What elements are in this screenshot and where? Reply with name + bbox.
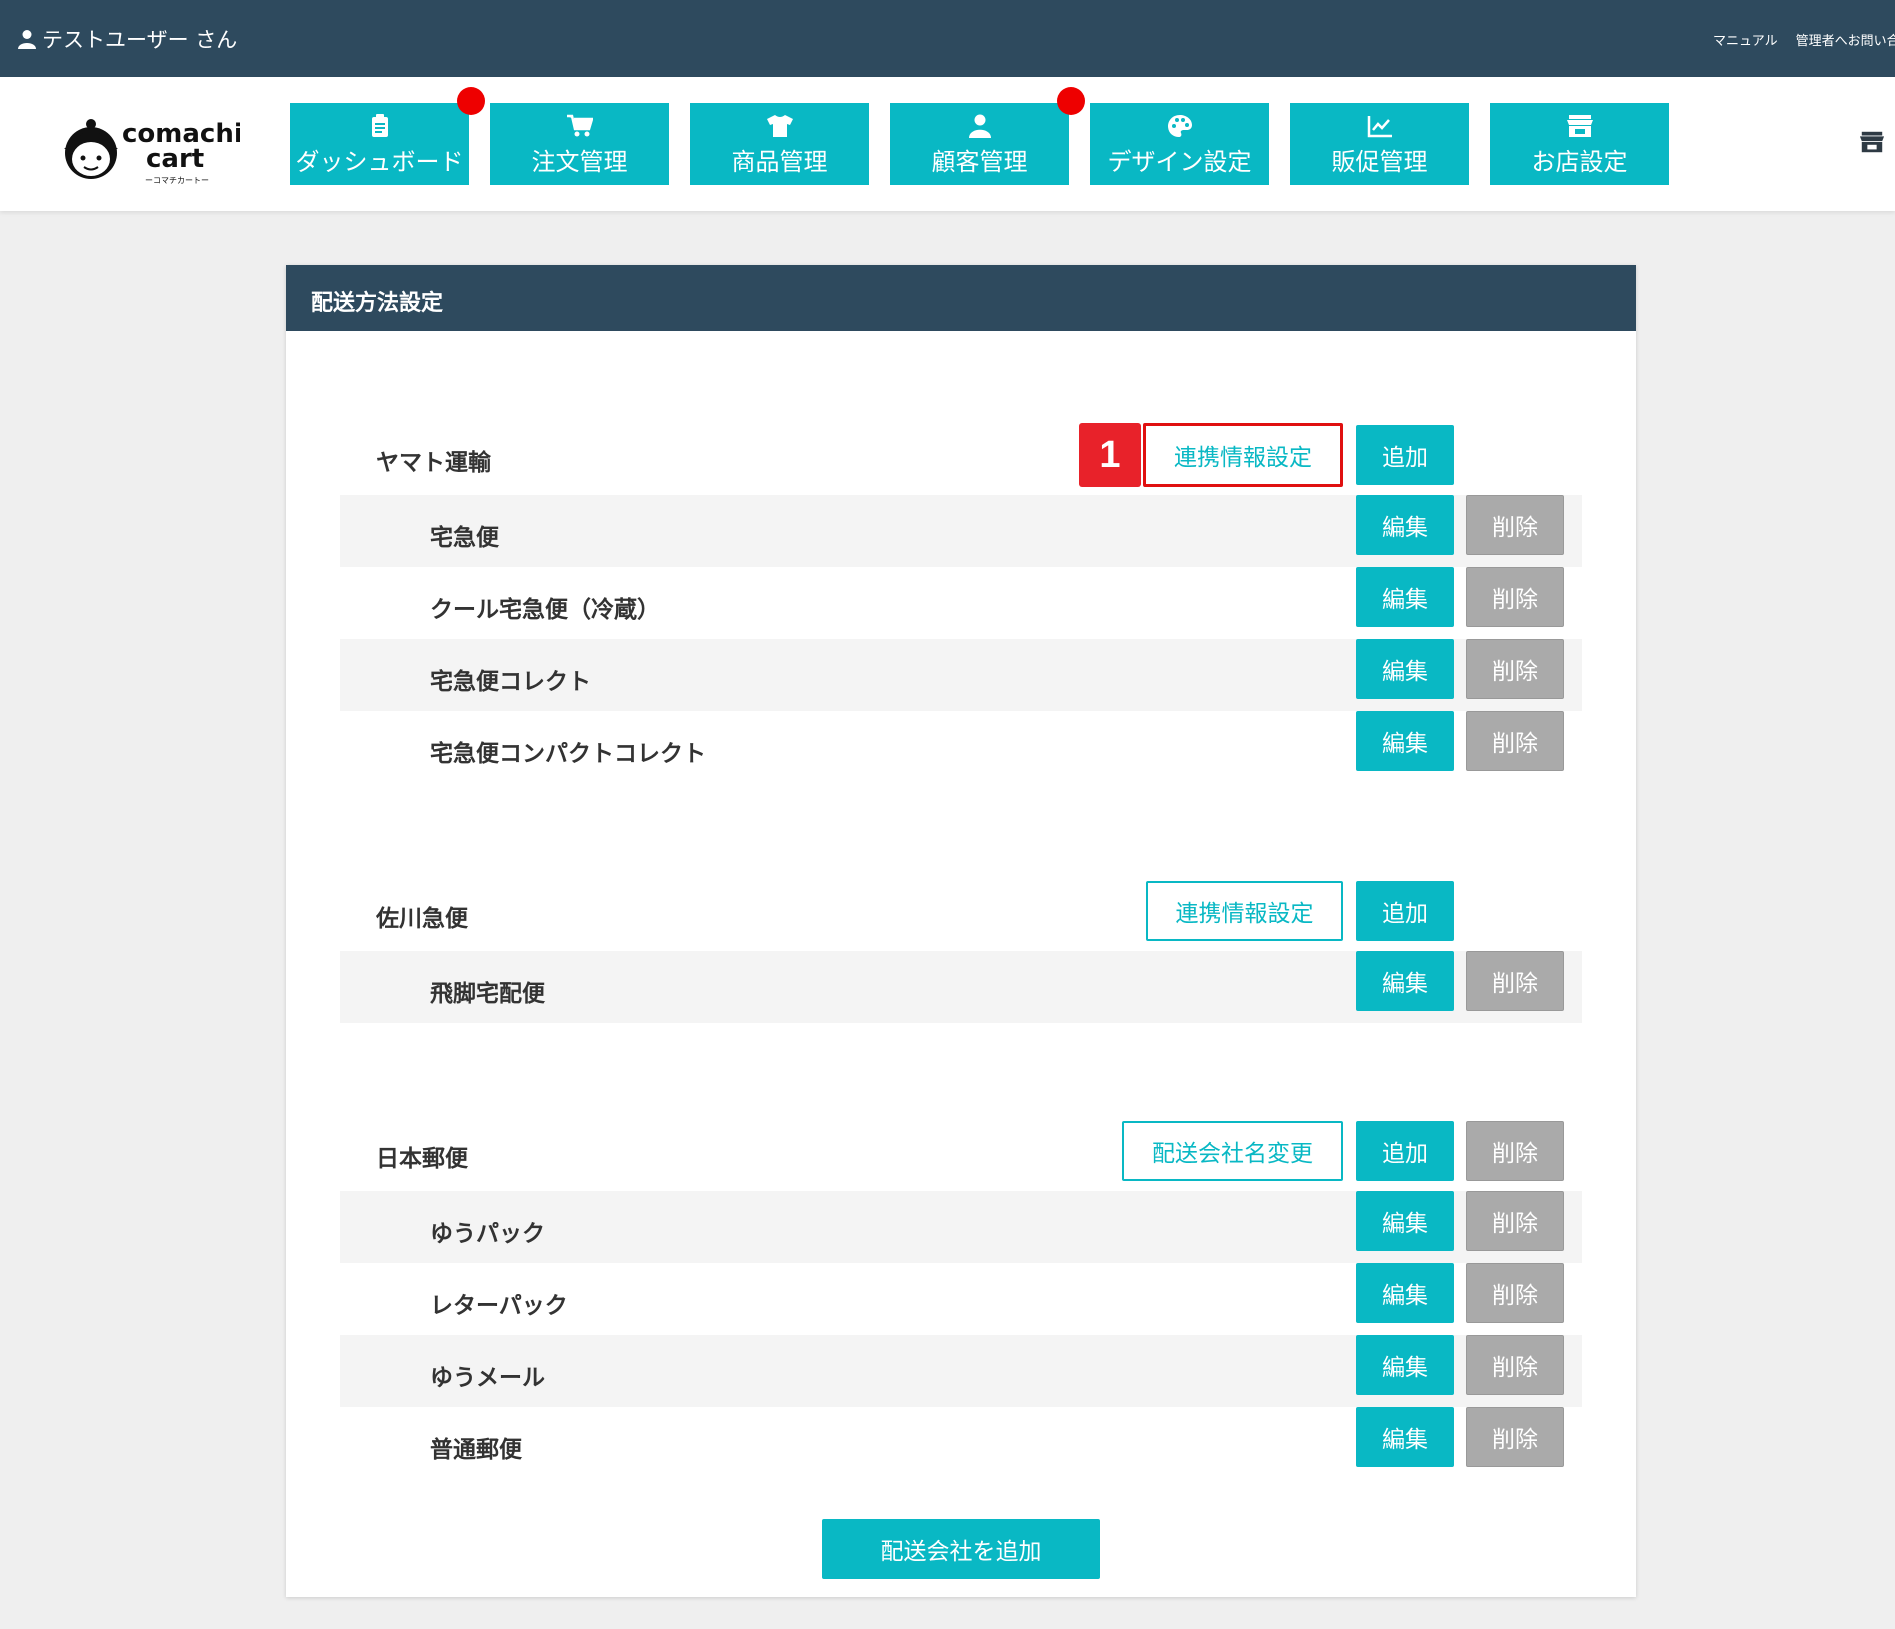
add-button[interactable]: 追加 [1356,881,1454,941]
link-settings-button[interactable]: 連携情報設定 [1143,423,1343,487]
nav-dashboard-button[interactable]: ダッシュボード [290,87,485,185]
nav-orders-button[interactable]: 注文管理 [490,103,669,185]
company-name: 日本郵便 [376,1146,468,1172]
delete-button[interactable]: 削除 [1466,1263,1564,1323]
add-button[interactable]: 追加 [1356,425,1454,485]
user-greeting[interactable]: テストユーザー さん [18,24,237,54]
nav-products-button[interactable]: 商品管理 [690,103,869,185]
company-row: ヤマト運輸 1 連携情報設定 追加 [340,415,1582,495]
panel-title: 配送方法設定 [286,265,1636,331]
service-row: 宅急便コレクト 編集 削除 [340,639,1582,711]
manual-link[interactable]: マニュアル [1713,34,1778,49]
nav-promotion-label: 販促管理 [1331,147,1428,176]
service-row: 普通郵便 編集 削除 [340,1407,1582,1479]
edit-button[interactable]: 編集 [1356,1191,1454,1251]
notification-dot [1057,87,1085,115]
nav-promotion-button[interactable]: 販促管理 [1290,103,1469,185]
delete-button[interactable]: 削除 [1466,1335,1564,1395]
service-row: クール宅急便（冷蔵） 編集 削除 [340,567,1582,639]
company-name: ヤマト運輸 [376,450,491,476]
top-links: マニュアル 管理者へお問い合わせ [1695,30,1895,49]
user-icon [18,30,36,49]
comachi-cart-logo[interactable]: comachi cart ーコマチカートー [50,107,243,187]
notification-dot [457,87,485,115]
shipping-settings-panel: 配送方法設定 ヤマト運輸 1 連携情報設定 追加 宅急便 編集 削除 クール宅急… [286,265,1636,1597]
nav-customers-button[interactable]: 顧客管理 [890,87,1085,185]
nav-store-settings-label: お店設定 [1531,147,1628,176]
edit-button[interactable]: 編集 [1356,1335,1454,1395]
delete-button[interactable]: 削除 [1466,639,1564,699]
service-name: クール宅急便（冷蔵） [430,597,660,623]
edit-button[interactable]: 編集 [1356,639,1454,699]
edit-button[interactable]: 編集 [1356,711,1454,771]
delete-button[interactable]: 削除 [1466,1191,1564,1251]
storefront-icon[interactable] [1859,130,1885,158]
delete-button[interactable]: 削除 [1466,1407,1564,1467]
service-name: 飛脚宅配便 [430,981,545,1007]
service-name: ゆうメール [430,1365,545,1391]
logo-mark-icon: comachi cart ーコマチカートー [64,119,243,185]
user-icon [968,112,991,140]
nav-orders-label: 注文管理 [531,147,628,176]
edit-button[interactable]: 編集 [1356,495,1454,555]
callout-marker: 1 [1079,423,1141,487]
main-header: comachi cart ーコマチカートー ダッシュボード 注文管理 商品管理 … [0,77,1895,211]
company-row: 日本郵便 配送会社名変更 追加 削除 [340,1111,1582,1191]
clipboard-icon [370,112,390,140]
nav-design-label: デザイン設定 [1107,147,1252,176]
service-row: 宅急便 編集 削除 [340,495,1582,567]
edit-button[interactable]: 編集 [1356,1263,1454,1323]
svg-text:cart: cart [146,144,204,174]
nav-customers-label: 顧客管理 [931,147,1028,176]
company-name: 佐川急便 [376,906,468,932]
rename-company-button[interactable]: 配送会社名変更 [1122,1121,1343,1181]
company-section-yamato: ヤマト運輸 1 連携情報設定 追加 宅急便 編集 削除 クール宅急便（冷蔵） 編… [340,415,1582,783]
nav-products-label: 商品管理 [731,147,828,176]
service-row: ゆうメール 編集 削除 [340,1335,1582,1407]
add-shipping-company-button[interactable]: 配送会社を追加 [822,1519,1100,1579]
edit-button[interactable]: 編集 [1356,567,1454,627]
store-icon [1566,112,1594,140]
company-section-sagawa: 佐川急便 連携情報設定 追加 飛脚宅配便 編集 削除 [340,871,1582,1023]
contact-link[interactable]: 管理者へお問い合わせ [1796,34,1895,49]
cart-icon [566,112,593,140]
company-section-japanpost: 日本郵便 配送会社名変更 追加 削除 ゆうパック 編集 削除 レターパック 編集… [340,1111,1582,1479]
service-name: 宅急便コンパクトコレクト [430,741,706,767]
edit-button[interactable]: 編集 [1356,951,1454,1011]
service-name: 普通郵便 [430,1437,522,1463]
service-row: ゆうパック 編集 削除 [340,1191,1582,1263]
nav-store-settings-button[interactable]: お店設定 [1490,103,1669,185]
delete-button[interactable]: 削除 [1466,951,1564,1011]
chart-icon [1367,112,1393,140]
delete-button[interactable]: 削除 [1466,495,1564,555]
user-name: テストユーザー さん [42,28,238,52]
delete-button[interactable]: 削除 [1466,711,1564,771]
palette-icon [1167,112,1193,140]
delete-company-button[interactable]: 削除 [1466,1121,1564,1181]
link-settings-button[interactable]: 連携情報設定 [1146,881,1343,941]
service-name: 宅急便 [430,525,499,551]
svg-text:ーコマチカートー: ーコマチカートー [145,176,209,185]
delete-button[interactable]: 削除 [1466,567,1564,627]
edit-button[interactable]: 編集 [1356,1407,1454,1467]
service-row: 宅急便コンパクトコレクト 編集 削除 [340,711,1582,783]
service-row: レターパック 編集 削除 [340,1263,1582,1335]
service-name: 宅急便コレクト [430,669,591,695]
nav-dashboard-label: ダッシュボード [295,147,464,176]
shirt-icon [765,112,795,140]
nav-design-button[interactable]: デザイン設定 [1090,103,1269,185]
add-button[interactable]: 追加 [1356,1121,1454,1181]
service-name: ゆうパック [430,1221,545,1247]
service-name: レターパック [430,1293,568,1319]
top-bar: テストユーザー さん マニュアル 管理者へお問い合わせ [0,0,1895,77]
service-row: 飛脚宅配便 編集 削除 [340,951,1582,1023]
company-row: 佐川急便 連携情報設定 追加 [340,871,1582,951]
